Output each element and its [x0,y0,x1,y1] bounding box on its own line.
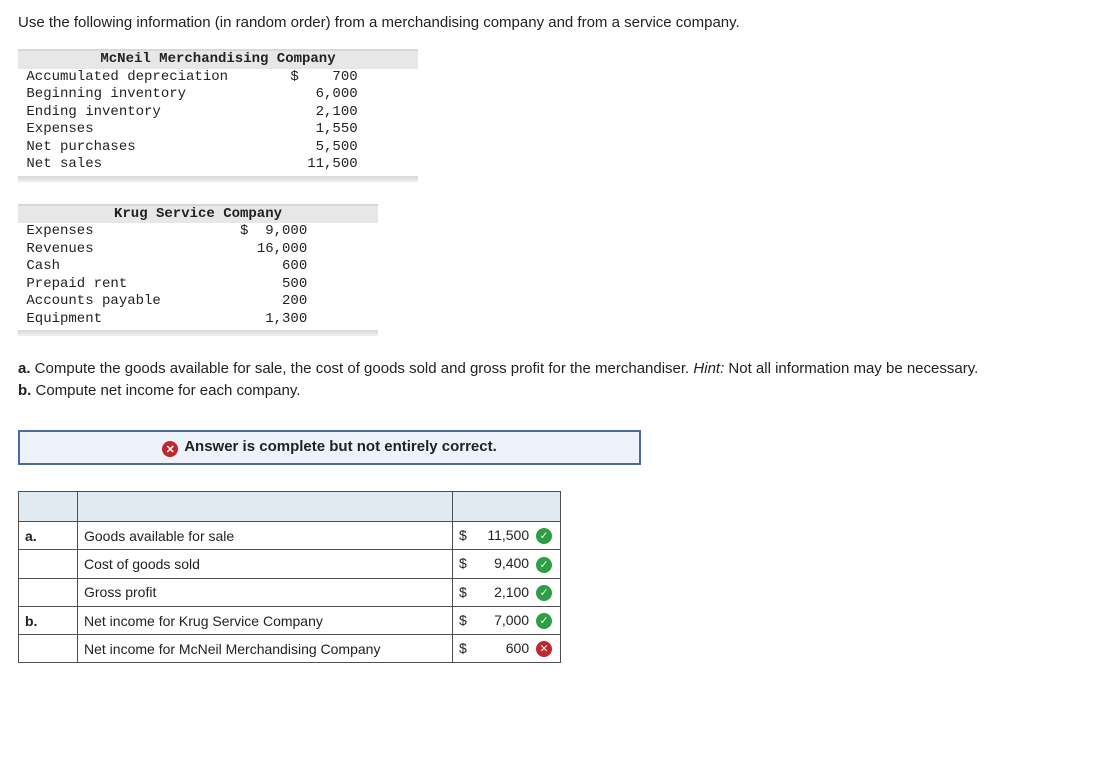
data-row: Expenses 1,550 [18,121,364,139]
answer-value: 2,100 [494,584,533,600]
answer-letter [19,578,78,606]
krug-title: Krug Service Company [18,206,378,224]
data-row: Accounts payable 200 [18,293,313,311]
row-value: $ 9,000 [217,223,313,241]
data-row: Prepaid rent 500 [18,276,313,294]
row-label: Accumulated depreciation [18,69,268,87]
row-value: 1,300 [217,311,313,329]
answer-row: a.Goods available for sale$11,500 ✓ [19,522,561,550]
row-label: Net purchases [18,139,268,157]
data-row: Revenues 16,000 [18,241,313,259]
answer-desc: Cost of goods sold [78,550,453,578]
answer-row: b.Net income for Krug Service Company$7,… [19,606,561,634]
answer-value: 9,400 [494,555,533,571]
feedback-banner: ✕ Answer is complete but not entirely cor… [18,430,641,466]
check-icon: ✓ [536,585,552,601]
check-icon: ✓ [536,557,552,573]
intro-text: Use the following information (in random… [18,14,1092,31]
currency-symbol: $ [459,527,467,543]
answer-value: 11,500 [487,527,533,543]
answer-desc: Net income for McNeil Merchandising Comp… [78,635,453,663]
question-a-letter: a. [18,360,31,377]
answer-letter: a. [19,522,78,550]
answer-value-cell[interactable]: $7,000 ✓ [453,606,561,634]
answer-value: 7,000 [494,612,533,628]
data-row: Equipment 1,300 [18,311,313,329]
answer-row: Cost of goods sold$9,400 ✓ [19,550,561,578]
row-label: Prepaid rent [18,276,217,294]
row-value: 200 [217,293,313,311]
currency-symbol: $ [459,612,467,628]
answer-value-cell[interactable]: $9,400 ✓ [453,550,561,578]
answer-desc: Goods available for sale [78,522,453,550]
data-row: Net purchases 5,500 [18,139,364,157]
row-value: 11,500 [268,156,364,174]
row-label: Equipment [18,311,217,329]
row-value: 16,000 [217,241,313,259]
answer-desc: Net income for Krug Service Company [78,606,453,634]
answer-letter [19,635,78,663]
question-b-text: Compute net income for each company. [31,382,300,399]
cross-icon: ✕ [162,441,178,457]
answer-desc: Gross profit [78,578,453,606]
row-value: 2,100 [268,104,364,122]
row-label: Ending inventory [18,104,268,122]
currency-symbol: $ [459,555,467,571]
row-label: Expenses [18,121,268,139]
question-a-text: Compute the goods available for sale, th… [31,360,694,377]
row-value: 1,550 [268,121,364,139]
hint-text: Not all information may be necessary. [724,360,978,377]
data-row: Beginning inventory 6,000 [18,86,364,104]
question-b-letter: b. [18,382,31,399]
row-value: 600 [217,258,313,276]
row-label: Accounts payable [18,293,217,311]
data-row: Ending inventory 2,100 [18,104,364,122]
row-label: Net sales [18,156,268,174]
answer-value-cell[interactable]: $11,500 ✓ [453,522,561,550]
data-row: Net sales 11,500 [18,156,364,174]
cross-icon: ✕ [536,641,552,657]
krug-table: Krug Service Company Expenses $ 9,000 Re… [18,204,378,337]
row-value: $ 700 [268,69,364,87]
answer-value-cell[interactable]: $600 ✕ [453,635,561,663]
row-value: 6,000 [268,86,364,104]
hint-label: Hint: [693,360,724,377]
check-icon: ✓ [536,528,552,544]
row-label: Cash [18,258,217,276]
currency-symbol: $ [459,584,467,600]
answer-header-row [19,492,561,522]
check-icon: ✓ [536,613,552,629]
answer-row: Net income for McNeil Merchandising Comp… [19,635,561,663]
row-value: 5,500 [268,139,364,157]
row-label: Beginning inventory [18,86,268,104]
answer-letter [19,550,78,578]
answer-value-cell[interactable]: $2,100 ✓ [453,578,561,606]
feedback-text: Answer is complete but not entirely corr… [184,438,497,455]
mcneil-table: McNeil Merchandising Company Accumulated… [18,49,418,182]
mcneil-title: McNeil Merchandising Company [18,51,418,69]
row-label: Revenues [18,241,217,259]
answer-letter: b. [19,606,78,634]
data-row: Accumulated depreciation $ 700 [18,69,364,87]
answer-value: 600 [506,640,533,656]
currency-symbol: $ [459,640,467,656]
data-row: Expenses $ 9,000 [18,223,313,241]
answer-table: a.Goods available for sale$11,500 ✓Cost … [18,491,561,663]
answer-row: Gross profit$2,100 ✓ [19,578,561,606]
question-block: a. Compute the goods available for sale,… [18,358,1092,402]
row-label: Expenses [18,223,217,241]
data-row: Cash 600 [18,258,313,276]
row-value: 500 [217,276,313,294]
